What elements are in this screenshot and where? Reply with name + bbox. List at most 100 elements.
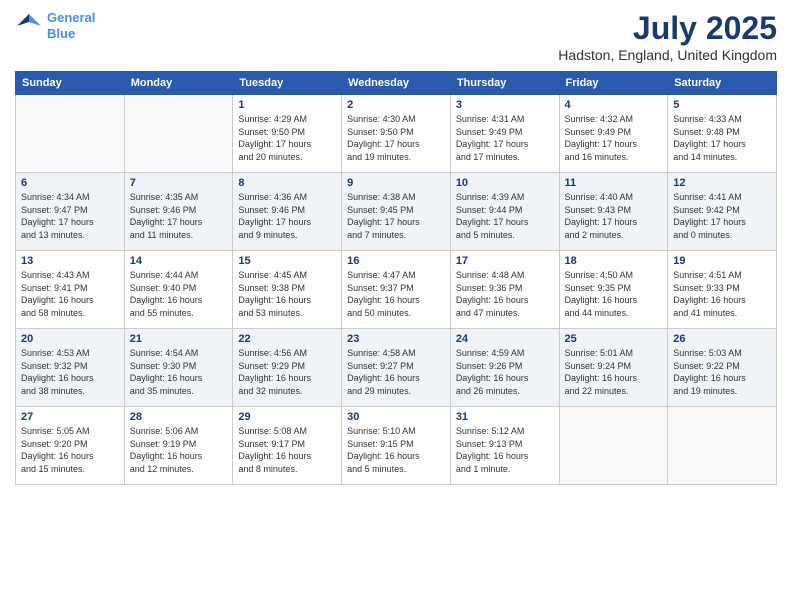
- calendar-day-cell: [124, 95, 233, 173]
- calendar-day-cell: 30Sunrise: 5:10 AM Sunset: 9:15 PM Dayli…: [342, 407, 451, 485]
- day-number: 12: [673, 177, 771, 189]
- calendar-header-row: SundayMondayTuesdayWednesdayThursdayFrid…: [16, 72, 777, 95]
- day-number: 18: [565, 255, 663, 267]
- logo-line2: Blue: [47, 26, 75, 41]
- page: General Blue July 2025 Hadston, England,…: [0, 0, 792, 612]
- calendar-day-cell: 7 Sunrise: 4:35 AM Sunset: 9:46 PM Daylig…: [124, 173, 233, 251]
- calendar-day-cell: 12 Sunrise: 4:41 AM Sunset: 9:42 PM Dayli…: [668, 173, 777, 251]
- day-number: 26: [673, 333, 771, 345]
- calendar-day-cell: 16Sunrise: 4:47 AM Sunset: 9:37 PM Dayli…: [342, 251, 451, 329]
- day-number: 28: [130, 411, 228, 423]
- day-info: Sunrise: 4:32 AM Sunset: 9:49 PM Dayligh…: [565, 113, 663, 163]
- calendar-day-cell: 5Sunrise: 4:33 AM Sunset: 9:48 PM Daylig…: [668, 95, 777, 173]
- calendar-day-cell: 2 Sunrise: 4:30 AM Sunset: 9:50 PM Daylig…: [342, 95, 451, 173]
- day-number: 24: [456, 333, 554, 345]
- day-info: Sunrise: 4:36 AM Sunset: 9:46 PM Dayligh…: [238, 191, 336, 241]
- day-info: Sunrise: 4:54 AM Sunset: 9:30 PM Dayligh…: [130, 347, 228, 397]
- day-number: 22: [238, 333, 336, 345]
- day-number: 11: [565, 177, 663, 189]
- day-info: Sunrise: 4:48 AM Sunset: 9:36 PM Dayligh…: [456, 269, 554, 319]
- calendar-day-cell: 17 Sunrise: 4:48 AM Sunset: 9:36 PM Dayli…: [450, 251, 559, 329]
- calendar-week-row: 20Sunrise: 4:53 AM Sunset: 9:32 PM Dayli…: [16, 329, 777, 407]
- calendar-week-row: 6 Sunrise: 4:34 AM Sunset: 9:47 PM Daylig…: [16, 173, 777, 251]
- day-info: Sunrise: 4:34 AM Sunset: 9:47 PM Dayligh…: [21, 191, 119, 241]
- title-block: July 2025 Hadston, England, United Kingd…: [558, 10, 777, 63]
- day-number: 6: [21, 177, 119, 189]
- day-info: Sunrise: 4:51 AM Sunset: 9:33 PM Dayligh…: [673, 269, 771, 319]
- day-number: 14: [130, 255, 228, 267]
- day-info: Sunrise: 4:56 AM Sunset: 9:29 PM Dayligh…: [238, 347, 336, 397]
- calendar-weekday-header: Friday: [559, 72, 668, 95]
- day-number: 15: [238, 255, 336, 267]
- day-info: Sunrise: 4:30 AM Sunset: 9:50 PM Dayligh…: [347, 113, 445, 163]
- day-info: Sunrise: 4:58 AM Sunset: 9:27 PM Dayligh…: [347, 347, 445, 397]
- day-info: Sunrise: 4:53 AM Sunset: 9:32 PM Dayligh…: [21, 347, 119, 397]
- calendar-week-row: 1 Sunrise: 4:29 AM Sunset: 9:50 PM Daylig…: [16, 95, 777, 173]
- day-number: 7: [130, 177, 228, 189]
- calendar-day-cell: 6 Sunrise: 4:34 AM Sunset: 9:47 PM Daylig…: [16, 173, 125, 251]
- logo-text: General Blue: [47, 10, 95, 41]
- calendar-day-cell: 29Sunrise: 5:08 AM Sunset: 9:17 PM Dayli…: [233, 407, 342, 485]
- day-number: 2: [347, 99, 445, 111]
- day-info: Sunrise: 4:40 AM Sunset: 9:43 PM Dayligh…: [565, 191, 663, 241]
- header: General Blue July 2025 Hadston, England,…: [15, 10, 777, 63]
- calendar-day-cell: 14 Sunrise: 4:44 AM Sunset: 9:40 PM Dayli…: [124, 251, 233, 329]
- subtitle: Hadston, England, United Kingdom: [558, 47, 777, 63]
- day-number: 19: [673, 255, 771, 267]
- day-number: 5: [673, 99, 771, 111]
- logo: General Blue: [15, 10, 95, 41]
- calendar-day-cell: 28 Sunrise: 5:06 AM Sunset: 9:19 PM Dayli…: [124, 407, 233, 485]
- day-number: 13: [21, 255, 119, 267]
- day-number: 21: [130, 333, 228, 345]
- day-info: Sunrise: 4:45 AM Sunset: 9:38 PM Dayligh…: [238, 269, 336, 319]
- calendar-day-cell: [16, 95, 125, 173]
- calendar-day-cell: 9Sunrise: 4:38 AM Sunset: 9:45 PM Daylig…: [342, 173, 451, 251]
- day-info: Sunrise: 4:44 AM Sunset: 9:40 PM Dayligh…: [130, 269, 228, 319]
- day-info: Sunrise: 4:35 AM Sunset: 9:46 PM Dayligh…: [130, 191, 228, 241]
- calendar-day-cell: 26 Sunrise: 5:03 AM Sunset: 9:22 PM Dayli…: [668, 329, 777, 407]
- day-info: Sunrise: 4:31 AM Sunset: 9:49 PM Dayligh…: [456, 113, 554, 163]
- day-number: 3: [456, 99, 554, 111]
- day-number: 17: [456, 255, 554, 267]
- day-number: 1: [238, 99, 336, 111]
- calendar-weekday-header: Saturday: [668, 72, 777, 95]
- day-info: Sunrise: 4:47 AM Sunset: 9:37 PM Dayligh…: [347, 269, 445, 319]
- day-info: Sunrise: 5:06 AM Sunset: 9:19 PM Dayligh…: [130, 425, 228, 475]
- calendar-weekday-header: Thursday: [450, 72, 559, 95]
- day-number: 10: [456, 177, 554, 189]
- calendar-day-cell: 13Sunrise: 4:43 AM Sunset: 9:41 PM Dayli…: [16, 251, 125, 329]
- calendar-day-cell: 23 Sunrise: 4:58 AM Sunset: 9:27 PM Dayli…: [342, 329, 451, 407]
- day-number: 23: [347, 333, 445, 345]
- day-number: 9: [347, 177, 445, 189]
- day-info: Sunrise: 5:08 AM Sunset: 9:17 PM Dayligh…: [238, 425, 336, 475]
- day-number: 25: [565, 333, 663, 345]
- calendar-day-cell: 10Sunrise: 4:39 AM Sunset: 9:44 PM Dayli…: [450, 173, 559, 251]
- calendar-day-cell: [668, 407, 777, 485]
- calendar-day-cell: 8Sunrise: 4:36 AM Sunset: 9:46 PM Daylig…: [233, 173, 342, 251]
- day-info: Sunrise: 5:03 AM Sunset: 9:22 PM Dayligh…: [673, 347, 771, 397]
- calendar-day-cell: 18 Sunrise: 4:50 AM Sunset: 9:35 PM Dayli…: [559, 251, 668, 329]
- calendar-weekday-header: Wednesday: [342, 72, 451, 95]
- calendar-day-cell: [559, 407, 668, 485]
- calendar-week-row: 27 Sunrise: 5:05 AM Sunset: 9:20 PM Dayli…: [16, 407, 777, 485]
- logo-icon: [15, 12, 43, 40]
- day-number: 4: [565, 99, 663, 111]
- day-info: Sunrise: 5:01 AM Sunset: 9:24 PM Dayligh…: [565, 347, 663, 397]
- day-info: Sunrise: 4:29 AM Sunset: 9:50 PM Dayligh…: [238, 113, 336, 163]
- day-info: Sunrise: 5:12 AM Sunset: 9:13 PM Dayligh…: [456, 425, 554, 475]
- calendar-day-cell: 3 Sunrise: 4:31 AM Sunset: 9:49 PM Daylig…: [450, 95, 559, 173]
- day-info: Sunrise: 5:05 AM Sunset: 9:20 PM Dayligh…: [21, 425, 119, 475]
- logo-line1: General: [47, 10, 95, 25]
- calendar-weekday-header: Tuesday: [233, 72, 342, 95]
- calendar-day-cell: 22 Sunrise: 4:56 AM Sunset: 9:29 PM Dayli…: [233, 329, 342, 407]
- day-number: 27: [21, 411, 119, 423]
- day-number: 30: [347, 411, 445, 423]
- calendar-day-cell: 15 Sunrise: 4:45 AM Sunset: 9:38 PM Dayli…: [233, 251, 342, 329]
- calendar-day-cell: 31 Sunrise: 5:12 AM Sunset: 9:13 PM Dayli…: [450, 407, 559, 485]
- calendar-day-cell: 24 Sunrise: 4:59 AM Sunset: 9:26 PM Dayli…: [450, 329, 559, 407]
- day-info: Sunrise: 4:50 AM Sunset: 9:35 PM Dayligh…: [565, 269, 663, 319]
- day-info: Sunrise: 4:41 AM Sunset: 9:42 PM Dayligh…: [673, 191, 771, 241]
- day-info: Sunrise: 4:59 AM Sunset: 9:26 PM Dayligh…: [456, 347, 554, 397]
- day-number: 31: [456, 411, 554, 423]
- calendar-table: SundayMondayTuesdayWednesdayThursdayFrid…: [15, 71, 777, 485]
